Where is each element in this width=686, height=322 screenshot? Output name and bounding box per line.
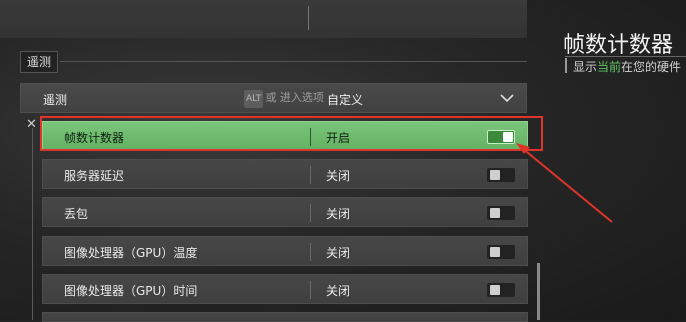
detail-title: 帧数计数器	[563, 33, 674, 58]
detail-divider	[565, 56, 686, 57]
desc-highlight: 当前	[597, 60, 622, 74]
detail-accent-bar	[565, 58, 567, 73]
desc-suffix: 在您的硬件	[621, 60, 682, 74]
desc-prefix: 显示	[573, 60, 598, 74]
detail-description: 显示当前在您的硬件	[573, 58, 681, 75]
